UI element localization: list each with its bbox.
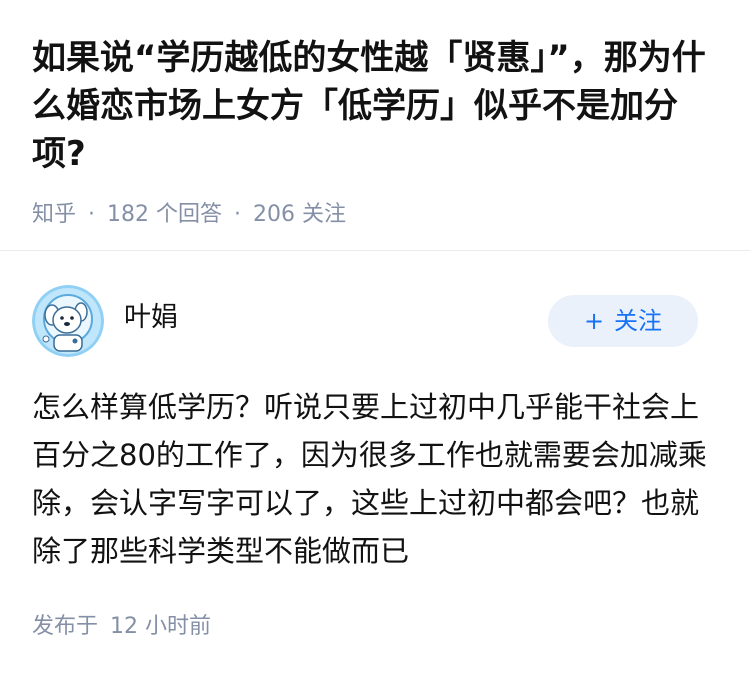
plus-icon: +	[583, 307, 605, 335]
published-label: 发布于	[32, 614, 99, 639]
source-label[interactable]: 知乎	[32, 202, 76, 227]
question-meta: 知乎 · 182 个回答 · 206 关注	[32, 200, 722, 230]
meta-separator: ·	[88, 202, 96, 227]
avatar-image	[32, 285, 104, 357]
follow-label: 关注	[614, 307, 663, 335]
cartoon-dog-avatar-icon[interactable]	[32, 285, 104, 357]
answer-meta: 发布于 12 小时前	[32, 612, 211, 642]
answer-content[interactable]: 怎么样算低学历？听说只要上过初中几乎能干社会上百分之80的工作了，因为很多工作也…	[32, 383, 722, 575]
published-time: 12 小时前	[110, 614, 212, 639]
author-row: 叶娟 + 关注	[32, 285, 698, 357]
meta-separator: ·	[234, 202, 242, 227]
question-title[interactable]: 如果说“学历越低的女性越「贤惠」”，那为什么婚恋市场上女方「低学历」似乎不是加分…	[32, 34, 722, 178]
author-name[interactable]: 叶娟	[124, 300, 178, 336]
follower-count[interactable]: 206 关注	[253, 202, 346, 227]
question-header: 如果说“学历越低的女性越「贤惠」”，那为什么婚恋市场上女方「低学历」似乎不是加分…	[32, 34, 722, 230]
answer-count[interactable]: 182 个回答	[107, 202, 222, 227]
follow-button[interactable]: + 关注	[548, 295, 698, 347]
divider	[0, 250, 750, 251]
